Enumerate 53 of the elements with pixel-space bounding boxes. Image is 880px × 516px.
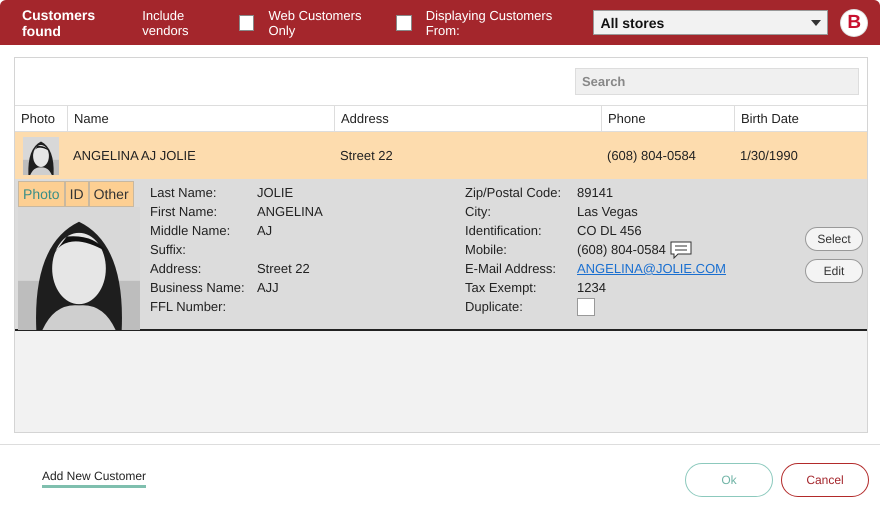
field-label: Zip/Postal Code: [465, 184, 562, 202]
field-label: E-Mail Address: [465, 260, 558, 278]
detail-tab[interactable]: Other [88, 181, 134, 207]
checkbox[interactable] [396, 14, 412, 30]
field-label: Last Name: [150, 184, 218, 202]
caret-icon [811, 20, 822, 26]
field-label: Middle Name: [150, 222, 232, 240]
field-value: AJ [257, 222, 274, 240]
customer-row[interactable]: ANGELINA AJ JOLIE Street 22 (608) 804-0584 1/30/1990 [15, 132, 867, 179]
add-customer-link[interactable]: Add New Customer [42, 468, 146, 488]
field-value: Street 22 [257, 260, 311, 278]
action-button[interactable]: Edit [805, 259, 863, 283]
checkbox-label: Include vendors [142, 8, 190, 38]
field-value: AJJ [257, 279, 280, 297]
field-label: Address: [150, 260, 202, 278]
cancel-button[interactable]: Cancel [781, 463, 869, 497]
field-value: ANGELINA [257, 203, 324, 221]
field-label: First Name: [150, 203, 218, 221]
field-label: City: [465, 203, 492, 221]
column-header[interactable]: Name [67, 106, 334, 131]
search-field[interactable]: Search [575, 68, 859, 95]
field-value: (608) 804-0584 [577, 241, 666, 259]
field-value: 89141 [577, 184, 614, 202]
column-header[interactable]: Photo [15, 106, 67, 131]
field-label: Identification: [465, 222, 543, 240]
column-header[interactable]: Phone [601, 106, 734, 131]
field-label: Mobile: [465, 241, 508, 259]
field-value: 1234 [577, 279, 607, 297]
store-dropdown[interactable]: All stores [593, 10, 828, 35]
field-label: FFL Number: [150, 298, 228, 316]
table-cell-text: Street 22 [339, 148, 394, 163]
field-label: Suffix: [150, 241, 187, 259]
field-label: Tax Exempt: [465, 279, 538, 297]
table-cell-text: (608) 804-0584 [606, 148, 697, 163]
table-cell-text: 1/30/1990 [739, 148, 799, 163]
dialog-title: Customers found [22, 6, 96, 38]
field-label: Business Name: [150, 279, 246, 297]
email-link[interactable]: ANGELINA@JOLIE.COM [577, 261, 726, 276]
column-header[interactable]: Address [334, 106, 601, 131]
store-label: Displaying Customers From: [426, 8, 554, 38]
brand-logo[interactable]: B [840, 8, 868, 36]
checkbox[interactable] [577, 298, 595, 316]
field-label: Duplicate: [465, 298, 524, 316]
detail-tab[interactable]: ID [64, 181, 89, 207]
checkbox[interactable] [238, 14, 254, 30]
action-button[interactable]: Select [805, 227, 863, 251]
field-value: CO DL 456 [577, 222, 643, 240]
field-value: JOLIE [257, 184, 294, 202]
table-cell-text: ANGELINA AJ JOLIE [72, 148, 197, 163]
checkbox-label: Web Customers Only [268, 8, 362, 38]
field-value: Las Vegas [577, 203, 639, 221]
message-icon[interactable] [670, 241, 692, 259]
column-header[interactable]: Birth Date [734, 106, 867, 131]
